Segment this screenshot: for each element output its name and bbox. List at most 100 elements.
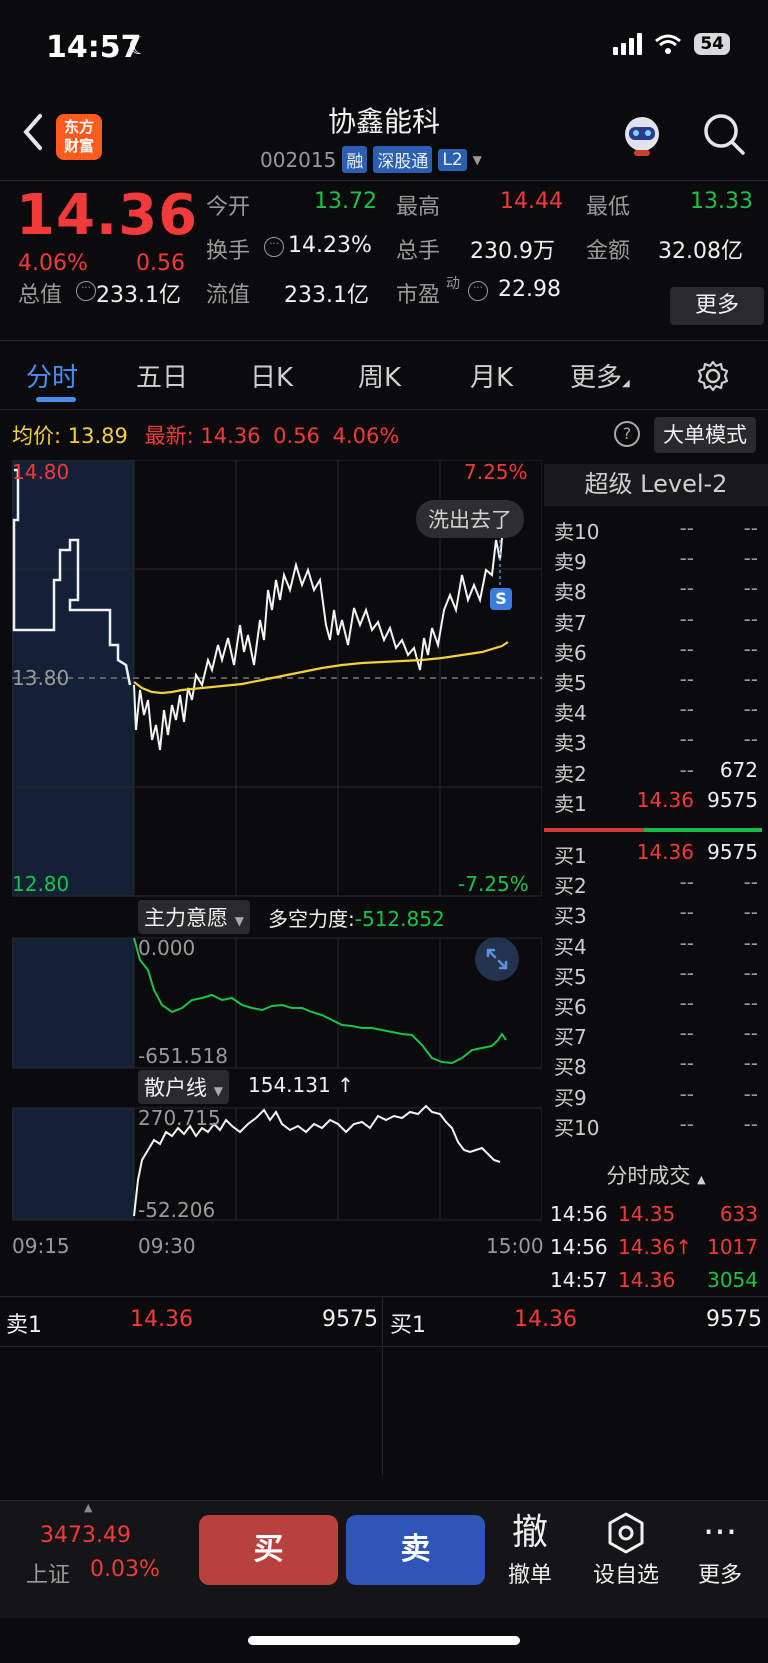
ask-row[interactable]: 卖6 -- -- <box>544 635 768 666</box>
ask-row[interactable]: 卖9 -- -- <box>544 544 768 575</box>
bid-volume: -- <box>743 991 758 1015</box>
ask-volume: 9575 <box>707 787 758 812</box>
gear-icon[interactable] <box>696 359 730 393</box>
more-label: 更多 <box>697 1563 742 1588</box>
ask-volume: -- <box>743 727 758 752</box>
avg-value: 13.89 <box>67 424 128 448</box>
dropdown-icon: ▼ <box>234 914 244 928</box>
bid-volume: -- <box>743 1111 758 1136</box>
bid-level: 买7 <box>554 1025 587 1050</box>
intraday-chart[interactable]: 14.80 13.80 12.80 7.25% -7.25% 洗出去了 S 主力… <box>12 460 544 1260</box>
summary-bid-label: 买1 <box>390 1313 426 1338</box>
cancel-order-label: 撤单 <box>507 1563 552 1588</box>
indicator1-metric: 多空力度: <box>268 907 355 931</box>
bid-row[interactable]: 买5 -- -- <box>544 959 768 990</box>
tab-intraday[interactable]: 分时 <box>26 357 78 394</box>
pe-value: 22.98 <box>498 277 561 302</box>
indicator2-value: 154.131 ↑ <box>248 1073 354 1097</box>
bid-price: 14.36 <box>636 840 694 864</box>
order-book-title[interactable]: 超级 Level-2 <box>544 464 768 506</box>
bid-row[interactable]: 买10 -- -- <box>544 1110 768 1141</box>
indicator2-select[interactable]: 散户线 ▼ <box>138 1070 229 1104</box>
tab-month-k[interactable]: 月K <box>470 357 513 394</box>
ask-row[interactable]: 卖1 14.36 9575 <box>544 786 768 817</box>
stock-code: 002015 <box>260 147 337 172</box>
signal-s-label: S <box>495 589 507 608</box>
more-quote-button[interactable]: 更多 <box>670 287 764 325</box>
ask-row[interactable]: 卖8 -- -- <box>544 574 768 605</box>
ask-level: 卖4 <box>554 701 587 726</box>
time-axis-start: 09:15 <box>12 1234 70 1258</box>
ask-row[interactable]: 卖2 -- 672 <box>544 756 768 787</box>
detail-panel <box>0 1346 768 1474</box>
ask-level: 卖3 <box>554 731 587 756</box>
amount-label: 金额 <box>586 239 631 264</box>
more-button[interactable]: ··· 更多 <box>680 1509 760 1589</box>
bid-row[interactable]: 买8 -- -- <box>544 1049 768 1080</box>
expand-icon[interactable] <box>474 936 520 982</box>
bid-volume: 9575 <box>707 840 758 864</box>
volume-value: 230.9万 <box>470 239 555 264</box>
premarket-shade <box>12 1108 134 1220</box>
help-icon[interactable]: ? <box>614 421 640 447</box>
bid-row[interactable]: 买3 -- -- <box>544 898 768 929</box>
collapse-icon: ▲ <box>697 1173 706 1186</box>
bid-level: 买8 <box>554 1055 587 1080</box>
bid-row[interactable]: 买2 -- -- <box>544 868 768 899</box>
pct-axis-bottom: -7.25% <box>458 872 529 896</box>
tab-week-k[interactable]: 周K <box>358 357 401 394</box>
high-label: 最高 <box>396 195 441 220</box>
low-value: 13.33 <box>690 189 753 214</box>
index-name[interactable]: 上证 <box>26 1557 70 1589</box>
cancel-order-button[interactable]: 撤 撤单 <box>490 1509 570 1589</box>
bid-price: -- <box>679 1111 694 1136</box>
ask-price: -- <box>679 727 694 752</box>
order-book[interactable]: 超级 Level-2 卖10 -- -- 卖9 -- -- 卖8 -- -- 卖7 -- -- 卖6 --… <box>544 460 768 1292</box>
add-watchlist-button[interactable]: 设自选 <box>586 1509 666 1589</box>
bid-row[interactable]: 买4 -- -- <box>544 929 768 960</box>
big-order-mode-button[interactable]: 大单模式 <box>654 417 756 453</box>
trades-title[interactable]: 分时成交 ▲ <box>544 1160 768 1190</box>
turnover-value: 14.23% <box>288 233 372 258</box>
tab-more[interactable]: 更多◢ <box>570 357 630 394</box>
ask-row[interactable]: 卖4 -- -- <box>544 695 768 726</box>
bid-row[interactable]: 买6 -- -- <box>544 989 768 1020</box>
info-icon[interactable]: ··· <box>264 237 284 257</box>
tab-day-k[interactable]: 日K <box>250 357 293 394</box>
bid-row[interactable]: 买1 14.36 9575 <box>544 838 768 869</box>
bid-level: 买3 <box>554 904 587 929</box>
search-icon[interactable] <box>702 112 746 156</box>
bid-row[interactable]: 买9 -- -- <box>544 1080 768 1111</box>
indicator1-top-axis: 0.000 <box>138 936 196 960</box>
buy-button[interactable]: 买 <box>199 1515 338 1585</box>
tab-more-label: 更多 <box>570 363 623 393</box>
info-icon[interactable]: ··· <box>468 281 488 301</box>
mktcap-label: 总值 <box>18 283 63 308</box>
ask-price: -- <box>679 697 694 722</box>
time-axis-close: 15:00 <box>486 1234 544 1258</box>
bid-price: -- <box>679 930 694 955</box>
ask-level: 卖6 <box>554 640 587 665</box>
ask-price: 14.36 <box>636 787 694 812</box>
tab-five-day[interactable]: 五日 <box>136 357 188 394</box>
summary-bid-price: 14.36 <box>514 1307 577 1332</box>
ask-row[interactable]: 卖5 -- -- <box>544 665 768 696</box>
ask-row[interactable]: 卖7 -- -- <box>544 605 768 636</box>
index-percent[interactable]: 0.03% <box>90 1557 160 1582</box>
pct-axis-top: 7.25% <box>464 460 528 484</box>
ask-row[interactable]: 卖3 -- -- <box>544 725 768 756</box>
ask-row[interactable]: 卖10 -- -- <box>544 514 768 545</box>
active-tab-indicator <box>36 397 76 402</box>
dropdown-icon: ▼ <box>213 1084 223 1098</box>
robot-assistant-icon[interactable] <box>618 112 666 160</box>
index-value[interactable]: 3473.49 <box>40 1523 131 1548</box>
sell-button[interactable]: 卖 <box>346 1515 485 1585</box>
high-value: 14.44 <box>500 189 563 214</box>
indicator1-select[interactable]: 主力意愿 ▼ <box>138 900 250 934</box>
bid-level: 买10 <box>554 1115 600 1140</box>
bid-level: 买5 <box>554 964 587 989</box>
stock-subtitle[interactable]: 002015 融 深股通 L2 ▼ <box>260 146 482 173</box>
latest-percent: 4.06% <box>332 424 400 448</box>
bid-row[interactable]: 买7 -- -- <box>544 1019 768 1050</box>
info-icon[interactable]: ··· <box>76 281 96 301</box>
